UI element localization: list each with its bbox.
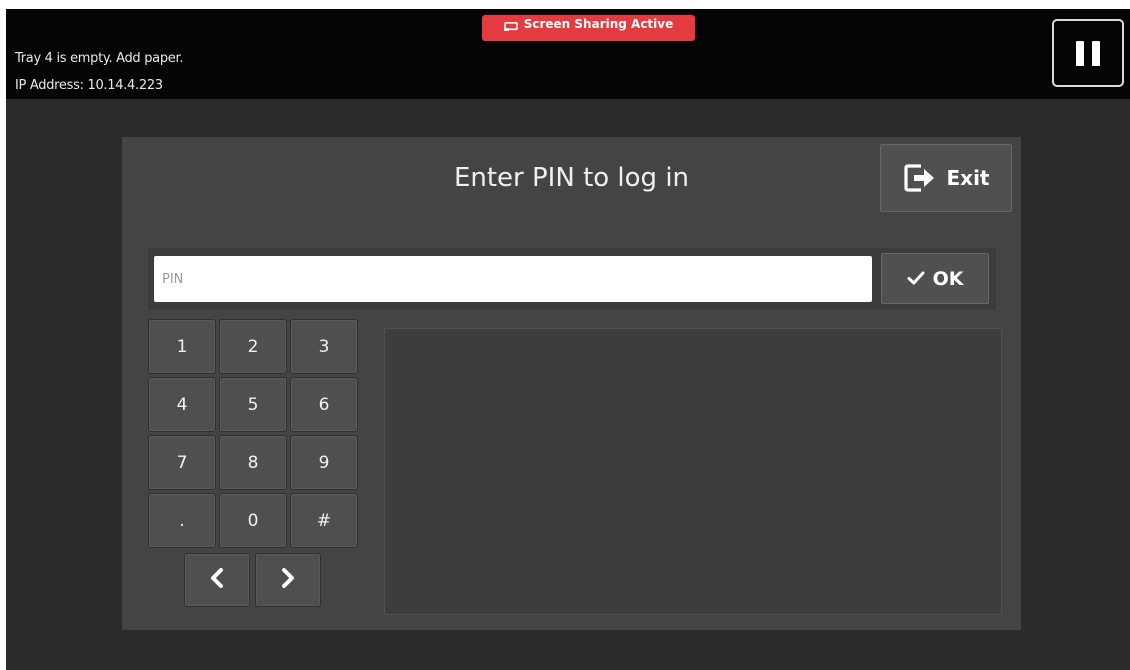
key-3[interactable]: 3 <box>290 319 358 374</box>
screen-sharing-badge: Screen Sharing Active <box>482 15 695 41</box>
device-screen: Tray 4 is empty. Add paper. IP Address: … <box>6 9 1130 670</box>
chevron-left-icon <box>209 567 225 593</box>
cursor-right-button[interactable] <box>255 553 321 607</box>
key-2[interactable]: 2 <box>219 319 287 374</box>
screen-sharing-label: Screen Sharing Active <box>523 17 674 31</box>
ok-button[interactable]: OK <box>881 253 989 304</box>
pause-button[interactable] <box>1052 19 1124 87</box>
key-1[interactable]: 1 <box>148 319 216 374</box>
key-6[interactable]: 6 <box>290 377 358 432</box>
chevron-right-icon <box>280 567 296 593</box>
key-dot[interactable]: . <box>148 493 216 548</box>
key-9[interactable]: 9 <box>290 435 358 490</box>
key-hash[interactable]: # <box>290 493 358 548</box>
ok-label: OK <box>932 267 964 290</box>
status-message: Tray 4 is empty. Add paper. <box>15 51 184 66</box>
key-0[interactable]: 0 <box>219 493 287 548</box>
pin-entry-row: OK <box>148 248 996 310</box>
key-5[interactable]: 5 <box>219 377 287 432</box>
key-8[interactable]: 8 <box>219 435 287 490</box>
pin-input[interactable] <box>154 256 872 302</box>
screen-cast-icon <box>503 20 518 31</box>
status-bar: Tray 4 is empty. Add paper. IP Address: … <box>6 9 1130 99</box>
key-4[interactable]: 4 <box>148 377 216 432</box>
cursor-left-button[interactable] <box>184 553 250 607</box>
empty-info-panel <box>384 328 1002 615</box>
key-7[interactable]: 7 <box>148 435 216 490</box>
exit-door-arrow-icon <box>903 163 937 193</box>
ip-address-label: IP Address: 10.14.4.223 <box>15 78 163 93</box>
exit-label: Exit <box>946 166 990 190</box>
pin-login-dialog: Enter PIN to log in Exit OK 1 2 3 4 5 6 … <box>122 137 1021 630</box>
pause-icon <box>1076 40 1100 66</box>
numeric-keypad: 1 2 3 4 5 6 7 8 9 . 0 # <box>148 319 364 619</box>
exit-button[interactable]: Exit <box>880 144 1012 212</box>
checkmark-icon <box>907 268 925 290</box>
